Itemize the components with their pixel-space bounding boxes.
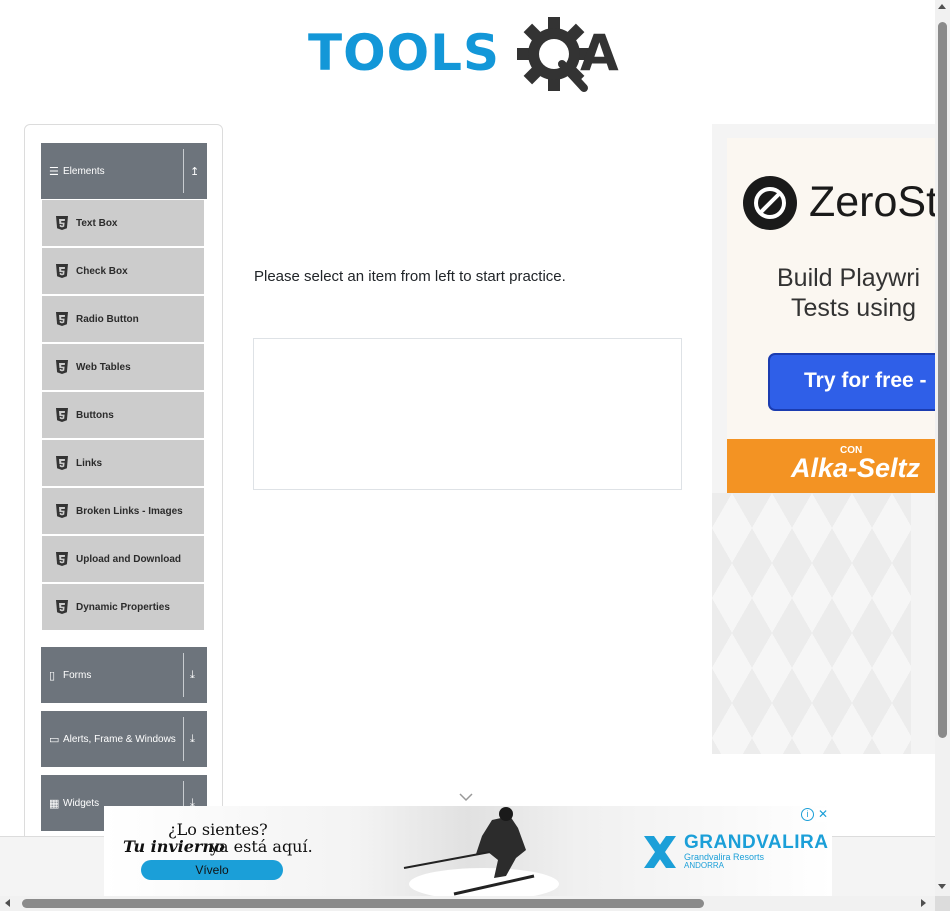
menu-item-label: Radio Button [76, 313, 139, 325]
scroll-down-arrow-icon[interactable] [938, 884, 946, 889]
scroll-up-arrow-icon[interactable] [938, 4, 946, 9]
zerostep-logo-icon [743, 176, 797, 230]
window-icon: ▭ [49, 733, 60, 746]
html5-icon [56, 360, 68, 374]
ad-line-2: ya está aquí. [210, 837, 313, 856]
scroll-left-arrow-icon[interactable] [5, 899, 10, 907]
menu-item-label: Broken Links - Images [76, 505, 183, 517]
html5-icon [56, 600, 68, 614]
html5-icon [56, 504, 68, 518]
menu-item-broken-links[interactable]: Broken Links - Images [42, 488, 204, 534]
html5-icon [56, 264, 68, 278]
group-label: Forms [63, 669, 92, 681]
horizontal-scroll-thumb[interactable] [22, 899, 704, 908]
menu-item-links[interactable]: Links [42, 440, 204, 486]
try-for-free-button[interactable]: Try for free - [768, 353, 935, 411]
zerostep-ad[interactable]: ZeroSt Build Playwri Tests using Try for… [727, 138, 935, 439]
expand-arrow-icon[interactable]: ⤓ [190, 669, 207, 682]
collapse-arrow-icon[interactable]: ↥ [190, 165, 207, 178]
document-icon: ▯ [49, 669, 56, 682]
divider [183, 149, 184, 193]
menu-item-buttons[interactable]: Buttons [42, 392, 204, 438]
menu-item-label: Dynamic Properties [76, 601, 170, 613]
group-label: Alerts, Frame & Windows [63, 733, 176, 745]
ad-brand-location: ANDORRA [684, 861, 725, 870]
menu-item-upload-download[interactable]: Upload and Download [42, 536, 204, 582]
menu-item-label: Web Tables [76, 361, 131, 373]
bottom-advertisement[interactable]: ¿Lo sientes? Tu invierno ya está aquí. V… [104, 806, 832, 896]
ad-info-icon[interactable]: i [801, 808, 814, 821]
ad-background-pattern [712, 493, 911, 754]
horizontal-scrollbar[interactable] [0, 896, 935, 911]
practice-prompt: Please select an item from left to start… [254, 268, 566, 285]
elements-menu: Text Box Check Box Radio Button Web Tabl… [42, 200, 204, 632]
logo-text: TOOLS [308, 24, 500, 82]
menu-item-label: Links [76, 457, 103, 469]
alka-seltzer-banner[interactable]: CON Alka-Seltz [727, 439, 935, 493]
grandvalira-logo-icon [644, 836, 676, 868]
menu-item-check-box[interactable]: Check Box [42, 248, 204, 294]
ad-headline-1: Build Playwri [777, 264, 921, 292]
logo-suffix: A [580, 24, 619, 82]
grid-icon: ▦ [49, 797, 60, 810]
divider [183, 653, 184, 697]
html5-icon [56, 456, 68, 470]
practice-area [253, 338, 682, 490]
vertical-scroll-thumb[interactable] [938, 22, 947, 738]
left-sidebar: ☰ Elements ↥ Text Box Check Box Radio Bu… [24, 124, 223, 844]
menu-item-label: Text Box [76, 217, 118, 229]
right-advertisement[interactable]: ZeroSt Build Playwri Tests using Try for… [712, 124, 935, 754]
divider [183, 717, 184, 761]
menu-item-radio-button[interactable]: Radio Button [42, 296, 204, 342]
group-forms-header[interactable]: ▯ Forms ⤓ [41, 647, 207, 703]
ad-close-icon[interactable]: ✕ [816, 808, 830, 822]
chevron-down-icon[interactable] [458, 791, 474, 803]
ad-brand: GRANDVALIRA [684, 832, 829, 853]
toolsqa-logo[interactable]: TOOLS A [308, 14, 632, 92]
ad-brand: ZeroSt [809, 178, 935, 226]
skier-image [403, 807, 559, 896]
group-alerts-header[interactable]: ▭ Alerts, Frame & Windows ⤓ [41, 711, 207, 767]
menu-item-text-box[interactable]: Text Box [42, 200, 204, 246]
html5-icon [56, 312, 68, 326]
group-elements-header[interactable]: ☰ Elements ↥ [41, 143, 207, 199]
hamburger-icon: ☰ [49, 165, 59, 178]
ad-headline-2: Tests using [791, 294, 917, 322]
banner-brand: Alka-Seltz [791, 453, 921, 483]
menu-item-label: Buttons [76, 409, 114, 421]
menu-item-label: Upload and Download [76, 553, 181, 565]
menu-item-web-tables[interactable]: Web Tables [42, 344, 204, 390]
scrollbar-corner [935, 896, 950, 911]
group-label: Elements [63, 165, 105, 177]
html5-icon [56, 408, 68, 422]
vivelo-button[interactable]: Vívelo [141, 860, 283, 880]
html5-icon [56, 552, 68, 566]
menu-item-label: Check Box [76, 265, 128, 277]
html5-icon [56, 216, 68, 230]
vertical-scrollbar[interactable] [935, 0, 950, 896]
expand-arrow-icon[interactable]: ⤓ [190, 733, 207, 746]
scroll-right-arrow-icon[interactable] [921, 899, 926, 907]
menu-item-dynamic-properties[interactable]: Dynamic Properties [42, 584, 204, 630]
